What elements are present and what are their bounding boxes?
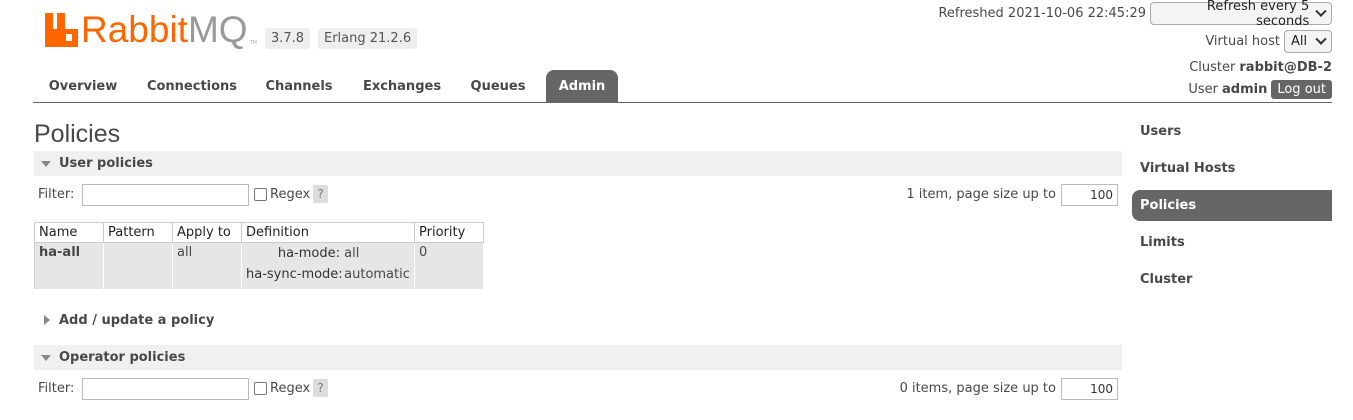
filter-label: Filter: <box>38 187 75 202</box>
help-icon[interactable]: ? <box>313 185 328 203</box>
tab-connections[interactable]: Connections <box>143 70 241 102</box>
tab-queues[interactable]: Queues <box>463 70 533 102</box>
rabbitmq-logo[interactable]: RabbitMQ TM <box>45 10 257 50</box>
user-policies-filter-row: Filter: Regex ? 1 item, page size up to … <box>38 184 1118 206</box>
logo-trademark: TM <box>249 40 257 46</box>
regex-checkbox[interactable] <box>254 188 267 201</box>
filter-label: Filter: <box>38 381 75 396</box>
rabbitmq-logo-icon <box>45 13 78 47</box>
virtual-host-select[interactable]: All <box>1284 30 1332 53</box>
filter-input[interactable] <box>82 184 249 206</box>
subnav-item-virtual-hosts[interactable]: Virtual Hosts <box>1132 153 1332 184</box>
column-header: Pattern <box>103 222 173 243</box>
erlang-version-badge: Erlang 21.2.6 <box>318 28 418 49</box>
chevron-down-icon <box>1315 33 1327 45</box>
triangle-down-icon <box>41 161 51 167</box>
page-size-input[interactable]: 100 <box>1061 378 1118 400</box>
regex-checkbox[interactable] <box>254 382 267 395</box>
column-header: Priority <box>414 222 484 243</box>
user-policies-section-header[interactable]: User policies <box>34 151 1122 176</box>
tab-admin[interactable]: Admin <box>546 70 618 102</box>
help-icon[interactable]: ? <box>313 379 328 397</box>
logo-wordmark: RabbitMQ <box>81 9 248 50</box>
main-nav-tabs: Overview Connections Channels Exchanges … <box>33 70 1332 103</box>
table-row[interactable]: ha-all all ha-mode: all ha-sync-mode: au… <box>34 242 484 290</box>
page-size-input[interactable]: 100 <box>1061 184 1118 206</box>
tab-overview[interactable]: Overview <box>33 70 133 102</box>
table-header-row: Name Pattern Apply to Definition Priorit… <box>34 222 484 243</box>
version-badge: 3.7.8 <box>265 28 311 49</box>
policies-table: Name Pattern Apply to Definition Priorit… <box>34 222 484 290</box>
subnav-item-limits[interactable]: Limits <box>1132 227 1332 258</box>
triangle-down-icon <box>41 355 51 361</box>
add-update-policy-section-header[interactable]: Add / update a policy <box>34 308 1122 333</box>
column-header: Definition <box>241 222 415 243</box>
tab-exchanges[interactable]: Exchanges <box>358 70 446 102</box>
regex-label: Regex <box>270 187 311 202</box>
subnav-item-policies[interactable]: Policies <box>1132 190 1332 221</box>
subnav-item-users[interactable]: Users <box>1132 116 1332 147</box>
definition-entry: ha-mode: all <box>277 246 360 261</box>
regex-label: Regex <box>270 381 311 396</box>
policy-apply-to-cell: all <box>172 242 242 290</box>
triangle-right-icon <box>44 315 50 325</box>
refreshed-timestamp: Refreshed 2021-10-06 22:45:29 <box>938 6 1146 21</box>
policy-pattern-cell <box>103 242 173 290</box>
pagination-info: 1 item, page size up to <box>906 187 1056 202</box>
column-header: Apply to <box>172 222 242 243</box>
page-title: Policies <box>34 120 121 148</box>
policy-priority-cell: 0 <box>414 242 484 290</box>
filter-input[interactable] <box>82 378 249 400</box>
virtual-host-label: Virtual host <box>1205 34 1280 49</box>
operator-policies-filter-row: Filter: Regex ? 0 items, page size up to… <box>38 378 1118 400</box>
operator-policies-section-header[interactable]: Operator policies <box>34 345 1122 370</box>
chevron-down-icon <box>1315 5 1327 17</box>
admin-subnav: Users Virtual Hosts Policies Limits Clus… <box>1132 116 1332 301</box>
policy-definition-cell: ha-mode: all ha-sync-mode: automatic <box>241 242 415 290</box>
pagination-info: 0 items, page size up to <box>899 381 1056 396</box>
subnav-item-cluster[interactable]: Cluster <box>1132 264 1332 295</box>
policy-name-cell[interactable]: ha-all <box>34 242 104 290</box>
definition-entry: ha-sync-mode: automatic <box>246 267 410 282</box>
tab-channels[interactable]: Channels <box>259 70 339 102</box>
column-header: Name <box>34 222 104 243</box>
refresh-interval-select[interactable]: Refresh every 5 seconds <box>1150 0 1332 29</box>
